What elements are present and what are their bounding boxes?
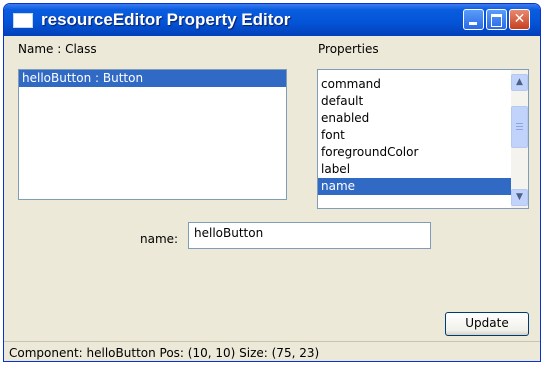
chevron-up-icon: ▲ (516, 77, 523, 87)
close-icon: ✕ (513, 11, 526, 27)
properties-header: Properties (318, 42, 379, 56)
minimize-icon (464, 10, 483, 29)
title-bar[interactable]: resourceEditor Property Editor ✕ (4, 4, 540, 36)
properties-items: command default enabled font foregroundC… (318, 70, 528, 195)
list-item[interactable]: label (318, 161, 528, 178)
chevron-down-icon: ▼ (516, 192, 523, 202)
scroll-thumb[interactable] (511, 106, 528, 148)
properties-list[interactable]: command default enabled font foregroundC… (317, 69, 529, 209)
list-item[interactable]: default (318, 93, 528, 110)
components-list[interactable]: helloButton : Button (18, 69, 287, 200)
grip-line (516, 129, 523, 130)
list-item[interactable]: font (318, 127, 528, 144)
status-bar: Component: helloButton Pos: (10, 10) Siz… (4, 341, 540, 361)
window-title: resourceEditor Property Editor (41, 10, 291, 29)
name-input[interactable]: helloButton (188, 222, 431, 249)
list-item[interactable]: name (318, 178, 528, 195)
maximize-icon (487, 10, 506, 29)
grip-line (516, 123, 523, 124)
maximize-button[interactable] (486, 9, 507, 30)
name-field-label: name: (140, 232, 179, 246)
minimize-button[interactable] (463, 9, 484, 30)
grip-line (516, 126, 523, 127)
components-header: Name : Class (18, 42, 97, 56)
list-item[interactable]: helloButton : Button (19, 70, 286, 87)
list-item[interactable]: command (318, 76, 528, 93)
scroll-up-button[interactable]: ▲ (511, 74, 528, 91)
property-editor-window: resourceEditor Property Editor ✕ Name : … (3, 3, 541, 362)
properties-scrollbar[interactable]: ▲ ▼ (511, 70, 528, 208)
scroll-down-button[interactable]: ▼ (511, 189, 528, 206)
list-item[interactable]: foregroundColor (318, 144, 528, 161)
update-button[interactable]: Update (445, 312, 529, 336)
close-button[interactable]: ✕ (509, 9, 530, 30)
list-item[interactable]: enabled (318, 110, 528, 127)
window-icon (13, 13, 33, 28)
